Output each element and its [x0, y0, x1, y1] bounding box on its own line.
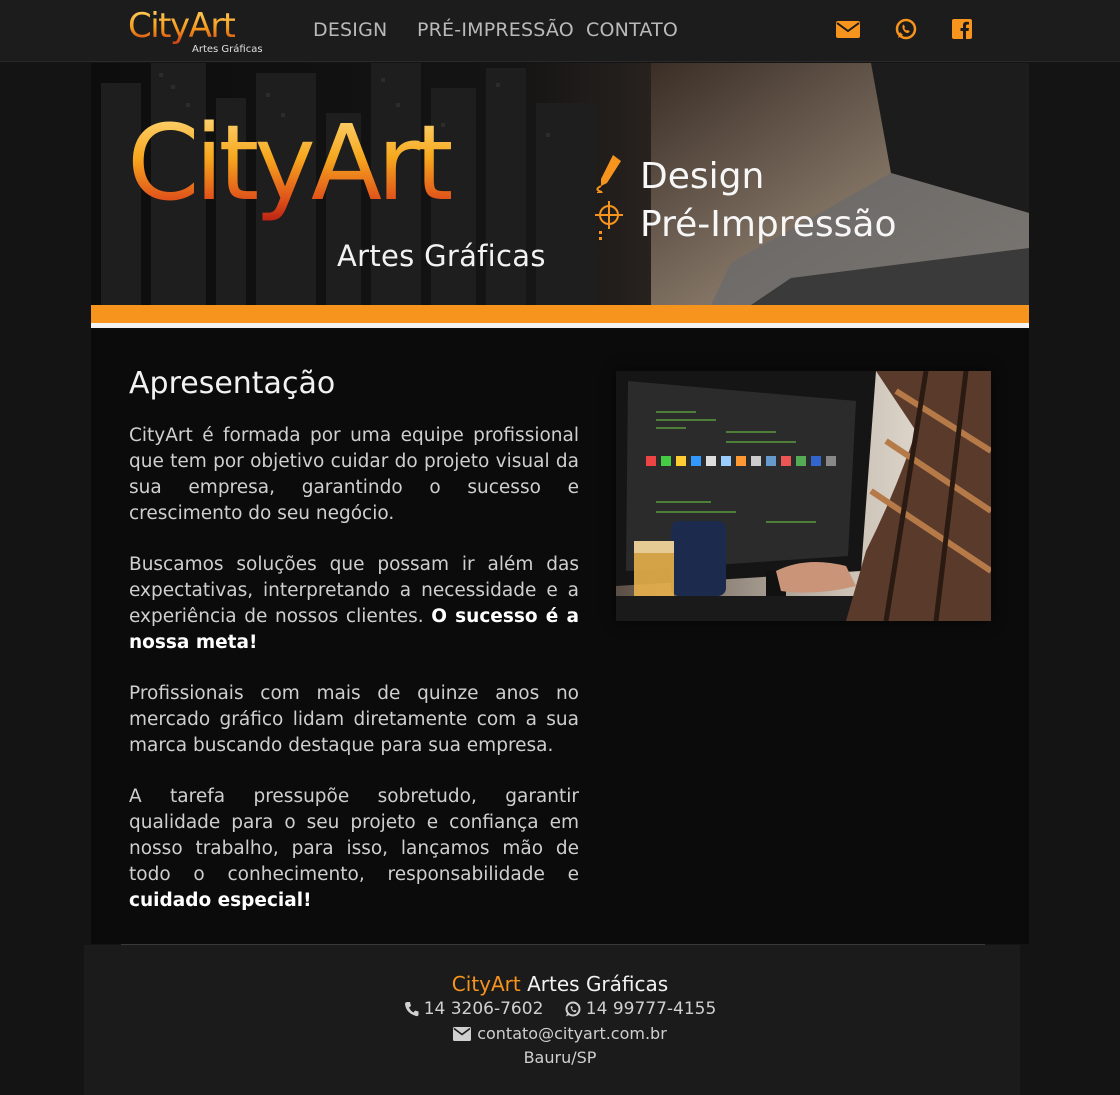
office-photo — [616, 371, 991, 621]
footer-divider — [121, 944, 985, 945]
banner-logo-text: CityArt — [127, 102, 456, 224]
section-heading: Apresentação — [129, 366, 336, 401]
intro-paragraph-2: Buscamos soluções que possam ir além das… — [129, 552, 579, 656]
footer-brand-name: CityArt — [451, 972, 521, 996]
footer-email: contato@cityart.com.br — [0, 1024, 1120, 1045]
nav-design[interactable]: DESIGN — [313, 19, 387, 41]
footer-email-group: contato@cityart.com.br — [453, 1024, 667, 1043]
paragraph-text: Profissionais com mais de quinze anos no… — [129, 683, 579, 756]
hero-banner: CityArt Artes Gráficas Design Pré-Impres… — [91, 63, 1029, 328]
whatsapp-icon — [565, 1001, 581, 1017]
footer-brand-sub: Artes Gráficas — [527, 972, 669, 996]
footer-phones: 14 3206-7602 14 99777-4155 — [0, 999, 1120, 1022]
banner-logo-subtitle: Artes Gráficas — [337, 239, 546, 273]
paragraph-highlight: cuidado especial! — [129, 890, 312, 911]
intro-paragraph-1: CityArt é formada por uma equipe profiss… — [129, 423, 579, 527]
envelope-icon — [453, 1026, 472, 1041]
paragraph-text: A tarefa pressupõe sobretudo, garantir q… — [129, 786, 579, 885]
site-logo[interactable]: CityArt Artes Gráficas — [128, 6, 263, 56]
footer-phone-group: 14 3206-7602 — [404, 999, 544, 1019]
footer-email-link[interactable]: contato@cityart.com.br — [477, 1024, 667, 1043]
phone-icon — [404, 1002, 419, 1017]
whatsapp-icon[interactable] — [895, 18, 917, 40]
nav-contato[interactable]: CONTATO — [586, 19, 678, 41]
intro-paragraph-3: Profissionais com mais de quinze anos no… — [129, 681, 579, 759]
logo-text: CityArt — [128, 6, 236, 46]
banner-accent-bar — [91, 305, 1029, 323]
envelope-icon[interactable] — [836, 18, 860, 40]
target-icon — [595, 201, 623, 240]
paragraph-text: CityArt é formada por uma equipe profiss… — [129, 425, 579, 524]
nav-pre-impressao[interactable]: PRÉ-IMPRESSÃO — [417, 19, 574, 41]
facebook-icon[interactable] — [952, 18, 972, 40]
footer-whatsapp-link[interactable]: 14 99777-4155 — [586, 999, 717, 1019]
service-pre-impressao-label: Pré-Impressão — [640, 204, 897, 245]
pen-icon — [596, 155, 621, 193]
footer-phone-link[interactable]: 14 3206-7602 — [424, 999, 544, 1019]
service-design-label: Design — [640, 156, 765, 197]
logo-subtitle: Artes Gráficas — [192, 44, 263, 55]
intro-paragraph-4: A tarefa pressupõe sobretudo, garantir q… — [129, 784, 579, 914]
top-navbar: CityArt Artes Gráficas DESIGN PRÉ-IMPRES… — [0, 0, 1120, 62]
footer-whatsapp-group: 14 99777-4155 — [565, 999, 717, 1019]
footer-city: Bauru/SP — [523, 1048, 597, 1067]
footer-brand: CityArt Artes Gráficas — [0, 972, 1120, 996]
